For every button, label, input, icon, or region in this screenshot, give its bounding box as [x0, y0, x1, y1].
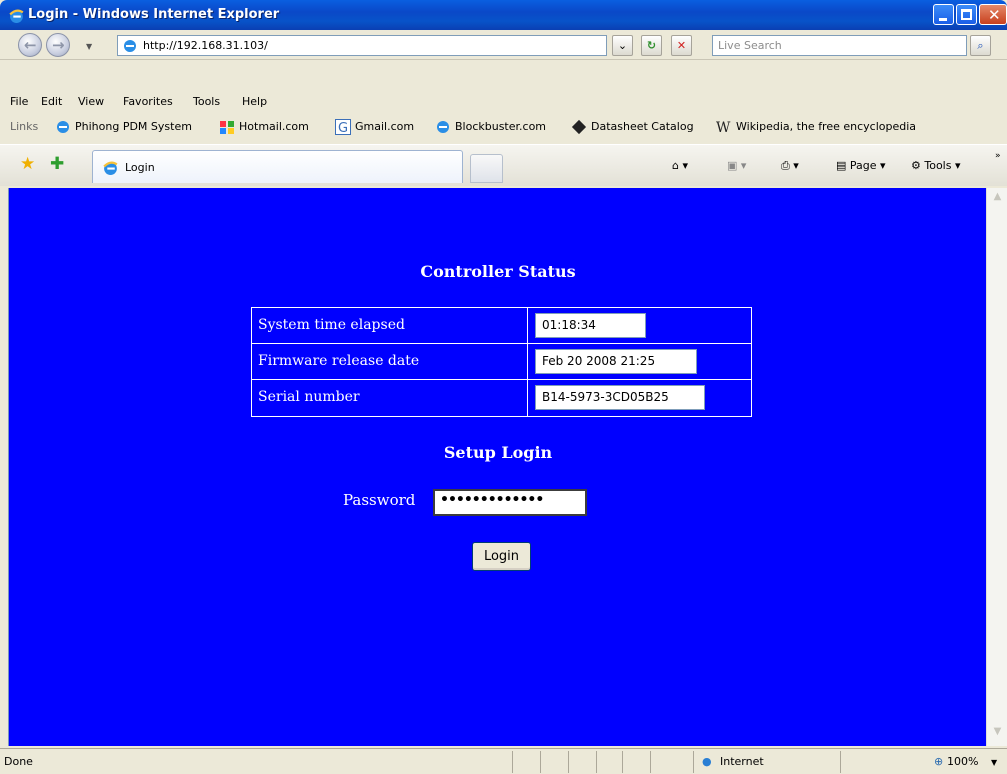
password-label: Password	[343, 491, 416, 509]
controller-page: Controller Status System time elapsed 01…	[9, 188, 987, 746]
scroll-up-icon[interactable]: ▲	[989, 191, 1006, 208]
tab-bar: ★ ✚ Login ⌂ ▾ ▣ ▾ ⎙ ▾ ▤ Page ▾ ⚙ Tools ▾…	[0, 144, 1007, 186]
wikipedia-w-icon: W	[716, 120, 731, 135]
menu-favorites[interactable]: Favorites	[123, 95, 173, 108]
row-label: Firmware release date	[258, 353, 420, 369]
forward-button[interactable]: →	[46, 33, 70, 57]
url-text: http://192.168.31.103/	[143, 39, 268, 52]
page-icon	[124, 40, 136, 52]
history-dropdown-icon[interactable]: ▼	[86, 42, 92, 51]
system-time-field[interactable]: 01:18:34	[535, 313, 646, 338]
title-bar: Login - Windows Internet Explorer ✕	[0, 0, 1007, 30]
ie-logo-icon	[9, 9, 24, 23]
row-label: System time elapsed	[258, 317, 405, 333]
new-tab-button[interactable]	[470, 154, 503, 183]
tools-menu-button[interactable]: ⚙ Tools ▾	[911, 159, 961, 172]
menu-help[interactable]: Help	[242, 95, 267, 108]
scroll-down-icon[interactable]: ▼	[989, 726, 1006, 743]
chip-icon	[571, 119, 587, 135]
menu-edit[interactable]: Edit	[41, 95, 62, 108]
home-icon[interactable]: ⌂ ▾	[672, 159, 688, 172]
search-icon[interactable]: ⌕	[970, 35, 991, 56]
close-button[interactable]: ✕	[979, 4, 1007, 25]
links-bar: Links Phihong PDM System Hotmail.com G G…	[10, 119, 917, 135]
svg-text:G: G	[338, 121, 348, 135]
forward-arrow-icon: →	[52, 36, 65, 54]
table-row: Serial number B14-5973-3CD05B25	[252, 380, 751, 416]
tab-title: Login	[125, 161, 155, 174]
maximize-button[interactable]	[956, 4, 977, 25]
page-menu-button[interactable]: ▤ Page ▾	[836, 159, 886, 172]
row-label: Serial number	[258, 389, 360, 405]
vertical-scrollbar[interactable]: ▲ ▼	[986, 188, 1007, 746]
menu-tools[interactable]: Tools	[193, 95, 220, 108]
menu-file[interactable]: File	[10, 95, 28, 108]
status-text: Done	[4, 755, 33, 768]
ie-page-icon	[437, 121, 449, 133]
favorites-star-icon[interactable]: ★	[20, 154, 35, 174]
url-dropdown-button[interactable]: ⌄	[612, 35, 633, 56]
back-button[interactable]: ←	[18, 33, 42, 57]
zone-text: Internet	[720, 755, 764, 768]
ie-logo-icon	[103, 161, 118, 175]
ie-page-icon	[57, 121, 69, 133]
search-placeholder: Live Search	[718, 39, 782, 52]
address-bar: ← → ▼ http://192.168.31.103/ ⌄ ↻ ✕ Live …	[0, 30, 1007, 60]
zoom-dropdown-icon[interactable]: ▼	[991, 758, 997, 767]
table-row: System time elapsed 01:18:34	[252, 308, 751, 344]
zoom-icon[interactable]: ⊕	[934, 755, 943, 768]
stop-button[interactable]: ✕	[671, 35, 692, 56]
status-bar: Done ● Internet ⊕ 100% ▼	[0, 748, 1007, 774]
feeds-icon[interactable]: ▣ ▾	[727, 159, 746, 172]
firmware-date-field[interactable]: Feb 20 2008 21:25	[535, 349, 697, 374]
password-field[interactable]: •••••••••••••	[433, 489, 587, 516]
minimize-button[interactable]	[933, 4, 954, 25]
search-input[interactable]: Live Search	[712, 35, 967, 56]
refresh-button[interactable]: ↻	[641, 35, 662, 56]
menu-view[interactable]: View	[78, 95, 104, 108]
menu-bar: File Edit View Favorites Tools Help	[0, 91, 1007, 111]
add-favorites-icon[interactable]: ✚	[50, 154, 64, 174]
svg-text:W: W	[716, 120, 731, 135]
controller-status-heading: Controller Status	[420, 262, 576, 281]
print-icon[interactable]: ⎙ ▾	[781, 159, 799, 173]
chevron-more-icon[interactable]: »	[995, 151, 1001, 161]
serial-number-field[interactable]: B14-5973-3CD05B25	[535, 385, 705, 410]
google-g-icon: G	[335, 119, 351, 135]
links-label: Links	[10, 120, 39, 133]
setup-login-heading: Setup Login	[443, 443, 553, 462]
window-title: Login - Windows Internet Explorer	[28, 7, 280, 22]
page-viewport: Controller Status System time elapsed 01…	[8, 188, 986, 746]
table-row: Firmware release date Feb 20 2008 21:25	[252, 344, 751, 380]
zoom-level[interactable]: 100%	[947, 755, 978, 768]
login-button[interactable]: Login	[472, 542, 531, 571]
status-table: System time elapsed 01:18:34 Firmware re…	[251, 307, 752, 417]
back-arrow-icon: ←	[24, 36, 37, 54]
msn-butterfly-icon	[220, 121, 234, 134]
tab-login[interactable]: Login	[92, 150, 463, 183]
url-input[interactable]: http://192.168.31.103/	[117, 35, 607, 56]
globe-icon: ●	[702, 755, 712, 768]
